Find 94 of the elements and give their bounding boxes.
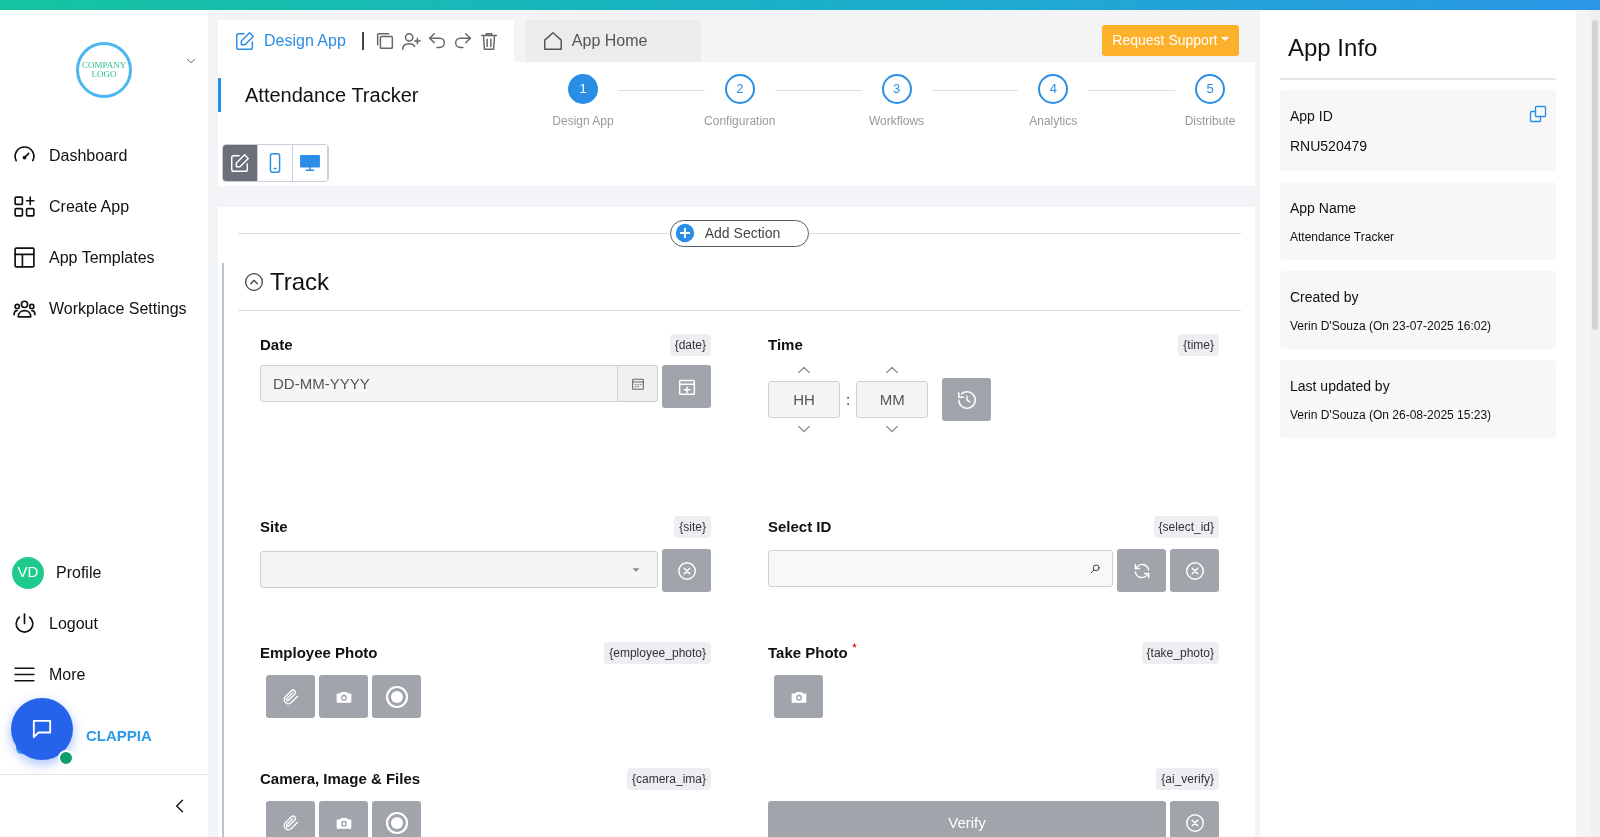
record-icon xyxy=(384,810,409,835)
step-number[interactable]: 5 xyxy=(1195,74,1225,104)
field-label: Site xyxy=(260,516,288,537)
sidebar-item[interactable]: Workplace Settings xyxy=(0,283,208,334)
attach-button[interactable] xyxy=(266,801,315,837)
step-label: Workflows xyxy=(868,113,925,130)
variable-tag: {camera_ima} xyxy=(626,768,711,790)
variable-tag: {select_id} xyxy=(1153,516,1219,538)
refresh-button[interactable] xyxy=(1117,549,1166,592)
date-field[interactable]: DD-MM-YYYY xyxy=(260,365,618,402)
step-number[interactable]: 4 xyxy=(1038,74,1069,104)
time-field[interactable]: HH xyxy=(768,381,840,418)
field-label: Take Photo xyxy=(768,642,848,663)
section-title: Track xyxy=(270,266,330,297)
time-field[interactable]: MM xyxy=(856,381,929,418)
chat-button[interactable] xyxy=(11,698,73,760)
add-icon xyxy=(674,223,695,243)
company-logo: COMPANY LOGO xyxy=(76,42,132,98)
clear-button[interactable] xyxy=(1170,549,1219,592)
record-icon xyxy=(384,684,409,709)
sidebar-item[interactable]: Dashboard xyxy=(0,130,208,181)
avatar: VD xyxy=(12,556,44,589)
sidebar-item[interactable]: VD Profile xyxy=(0,547,208,598)
separator-line xyxy=(361,31,364,50)
edit-icon xyxy=(234,29,256,52)
record-button[interactable] xyxy=(372,675,421,718)
variable-tag: {time} xyxy=(1178,334,1219,356)
info-value: Verin D'Souza (On 23-07-2025 16:02) xyxy=(1290,318,1493,335)
edit-icon xyxy=(229,152,251,174)
calendar-button[interactable] xyxy=(662,365,711,408)
collapse-toggle-icon[interactable] xyxy=(244,271,264,292)
scrollbar-thumb[interactable] xyxy=(1592,20,1598,330)
step-label: Distribute xyxy=(1184,113,1236,130)
record-button[interactable] xyxy=(372,801,421,837)
add-section-button[interactable]: Add Section xyxy=(669,219,810,247)
sidebar-item[interactable]: App Templates xyxy=(0,232,208,283)
info-value: Verin D'Souza (On 26-08-2025 15:23) xyxy=(1290,407,1493,424)
layout-icon xyxy=(12,245,37,270)
top-tab[interactable]: App Home xyxy=(525,19,701,62)
desktop-icon xyxy=(299,152,321,174)
grid-plus-icon xyxy=(12,194,37,219)
step-label: Configuration xyxy=(704,113,776,130)
camera-button[interactable] xyxy=(774,675,823,718)
clear-icon xyxy=(1183,812,1206,834)
field-label: Time xyxy=(768,334,803,355)
step-number[interactable]: 3 xyxy=(881,74,912,104)
home-icon xyxy=(541,29,564,52)
step-label: Design App xyxy=(552,113,614,130)
chevron-down-icon[interactable] xyxy=(797,424,811,434)
search-icon xyxy=(1088,561,1102,576)
sidebar-item[interactable]: Logout xyxy=(0,598,208,649)
clear-button[interactable] xyxy=(662,549,711,592)
chevron-up-icon[interactable] xyxy=(885,365,900,375)
sidebar-item[interactable]: Create App xyxy=(0,181,208,232)
camera-button[interactable] xyxy=(319,675,368,718)
dropdown-field[interactable] xyxy=(260,551,658,588)
variable-tag: {date} xyxy=(669,334,711,356)
app-title: Attendance Tracker xyxy=(218,78,548,112)
calendar-picker-button[interactable] xyxy=(618,365,658,402)
chevron-up-icon[interactable] xyxy=(797,365,811,375)
info-label: Created by xyxy=(1290,288,1359,307)
attach-button[interactable] xyxy=(266,675,315,718)
time-history-button[interactable] xyxy=(942,378,992,421)
info-label: App Name xyxy=(1290,199,1357,218)
variable-tag: {employee_photo} xyxy=(604,642,711,664)
step-number[interactable]: 1 xyxy=(568,74,598,104)
sidebar-item[interactable]: More xyxy=(0,649,208,700)
variable-tag: {ai_verify} xyxy=(1156,768,1219,790)
variable-tag: {site} xyxy=(674,516,711,538)
brand-name: CLAPPIA xyxy=(86,725,152,746)
info-label: Last updated by xyxy=(1290,377,1390,396)
top-tab[interactable]: Design App xyxy=(218,19,362,62)
chevron-down-icon[interactable] xyxy=(885,424,900,434)
power-icon xyxy=(12,611,37,636)
clear-button[interactable] xyxy=(1170,801,1219,837)
field-label: Employee Photo xyxy=(260,642,378,663)
time-separator: : xyxy=(846,390,851,410)
view-mode-button[interactable] xyxy=(223,145,258,181)
field-label: Select ID xyxy=(768,516,832,537)
step-number[interactable]: 2 xyxy=(724,74,755,104)
clear-icon xyxy=(675,559,698,582)
history-icon xyxy=(955,388,978,411)
field-label: Camera, Image & Files xyxy=(260,768,421,789)
info-label: App ID xyxy=(1290,107,1333,126)
info-value: Attendance Tracker xyxy=(1290,229,1396,246)
panel-title: App Info xyxy=(1280,30,1556,80)
search-field[interactable] xyxy=(768,550,1113,587)
info-value: RNU520479 xyxy=(1290,137,1369,156)
camera-button[interactable] xyxy=(319,801,368,837)
variable-tag: {take_photo} xyxy=(1141,642,1219,664)
copy-icon[interactable] xyxy=(1528,104,1548,124)
step-label: Analytics xyxy=(1029,113,1078,130)
clear-icon xyxy=(1183,559,1206,582)
field-label: Date xyxy=(260,334,293,355)
